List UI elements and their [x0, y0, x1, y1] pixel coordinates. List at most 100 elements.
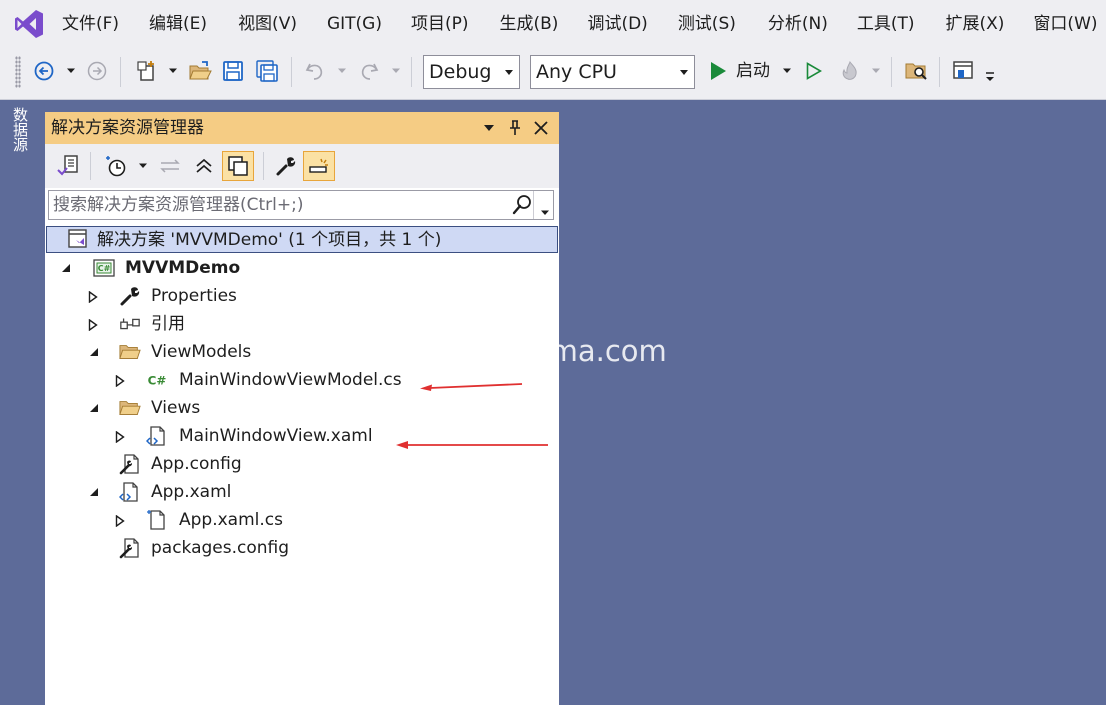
menu-debug[interactable]: 调试(D) — [587, 11, 647, 37]
tree-item-app-xaml[interactable]: App.xaml — [45, 478, 559, 506]
collapsed-arrow-icon[interactable] — [115, 431, 125, 443]
collapsed-arrow-icon[interactable] — [88, 291, 98, 303]
switch-views-button[interactable] — [55, 151, 81, 181]
menu-project[interactable]: 项目(P) — [411, 11, 469, 37]
tree-item-project[interactable]: C# MVVMDemo — [45, 254, 559, 282]
tree-item-packages-config[interactable]: packages.config — [45, 534, 559, 562]
menu-analyze[interactable]: 分析(N) — [768, 11, 828, 37]
solution-platform-select[interactable]: Any CPU — [530, 55, 695, 89]
menu-window[interactable]: 窗口(W) — [1033, 11, 1097, 37]
new-project-button[interactable] — [135, 58, 161, 84]
wrench-icon — [276, 157, 296, 176]
properties-button[interactable] — [273, 151, 299, 181]
navigate-forward-button[interactable] — [86, 58, 108, 84]
navigate-back-dropdown[interactable] — [64, 58, 78, 84]
app-xaml-cs-label: App.xaml.cs — [179, 510, 283, 530]
start-debugging-button[interactable] — [708, 58, 728, 84]
redo-dropdown[interactable] — [390, 58, 402, 84]
menu-view[interactable]: 视图(V) — [238, 11, 297, 37]
search-divider — [533, 191, 534, 219]
switch-views-icon — [57, 155, 78, 176]
search-solution-explorer-box — [48, 190, 554, 220]
menu-tools[interactable]: 工具(T) — [857, 11, 915, 37]
hot-reload-dropdown[interactable] — [870, 58, 882, 84]
tree-item-solution[interactable]: 解决方案 'MVVMDemo' (1 个项目，共 1 个) — [46, 226, 558, 253]
chevron-down-icon — [783, 68, 791, 73]
close-panel-button[interactable] — [531, 117, 551, 139]
chevron-down-icon — [67, 68, 75, 73]
visual-studio-logo-icon[interactable] — [13, 8, 45, 40]
references-icon — [119, 314, 141, 334]
config-file-icon — [119, 454, 141, 475]
overflow-chevron-icon — [986, 72, 994, 81]
solution-configuration-select[interactable]: Debug — [423, 55, 520, 89]
project-label: MVVMDemo — [125, 258, 241, 278]
search-icon[interactable] — [511, 194, 533, 216]
search-options-dropdown[interactable] — [540, 202, 550, 220]
forward-arrow-icon — [87, 61, 107, 81]
open-folder-icon — [119, 342, 141, 362]
undo-button[interactable] — [303, 58, 327, 84]
menu-test[interactable]: 测试(S) — [678, 11, 736, 37]
menu-git[interactable]: GIT(G) — [327, 11, 382, 37]
start-without-debugging-button[interactable] — [804, 58, 824, 84]
menu-edit[interactable]: 编辑(E) — [149, 11, 207, 37]
save-button[interactable] — [221, 58, 245, 84]
csharp-file-icon: C# — [146, 370, 168, 390]
toolbar-separator — [891, 57, 892, 87]
expanded-arrow-icon[interactable] — [89, 347, 99, 357]
show-all-files-button[interactable] — [222, 151, 254, 181]
collapsed-arrow-icon[interactable] — [115, 375, 125, 387]
data-sources-side-tab[interactable]: 数据源 — [7, 107, 33, 165]
navigate-back-button[interactable] — [33, 58, 55, 84]
find-in-files-button[interactable] — [903, 58, 929, 84]
undo-dropdown[interactable] — [336, 58, 348, 84]
start-dropdown[interactable] — [781, 58, 793, 84]
hot-reload-button[interactable] — [838, 58, 862, 84]
tree-item-app-config[interactable]: App.config — [45, 450, 559, 478]
config-file-icon — [119, 538, 141, 559]
tree-item-app-xaml-cs[interactable]: App.xaml.cs — [45, 506, 559, 534]
expanded-arrow-icon[interactable] — [89, 403, 99, 413]
new-project-icon — [137, 61, 154, 81]
pending-changes-filter-button[interactable] — [103, 151, 129, 181]
start-label[interactable]: 启动 — [736, 59, 770, 83]
chevron-down-icon — [872, 68, 880, 73]
toolbar-separator — [120, 57, 121, 87]
window-position-button[interactable] — [479, 117, 499, 139]
solution-explorer-toolbar — [45, 144, 559, 188]
sync-arrows-icon — [160, 159, 180, 173]
menu-file[interactable]: 文件(F) — [62, 11, 119, 37]
expanded-arrow-icon[interactable] — [61, 263, 71, 273]
menu-build[interactable]: 生成(B) — [500, 11, 559, 37]
close-icon — [534, 121, 548, 135]
wrench-icon — [119, 286, 141, 306]
preview-selected-items-button[interactable] — [303, 151, 335, 181]
collapse-all-button[interactable] — [193, 151, 215, 181]
menu-extensions[interactable]: 扩展(X) — [946, 11, 1005, 37]
expanded-arrow-icon[interactable] — [89, 487, 99, 497]
undo-icon — [305, 63, 323, 80]
tree-item-views-folder[interactable]: Views — [45, 394, 559, 422]
solution-explorer-title-bar[interactable]: 解决方案资源管理器 — [45, 112, 559, 144]
collapsed-arrow-icon[interactable] — [115, 515, 125, 527]
new-project-dropdown[interactable] — [167, 58, 179, 84]
tree-item-properties[interactable]: Properties — [45, 282, 559, 310]
sync-with-active-document-button[interactable] — [158, 151, 182, 181]
toolbar-overflow-button[interactable] — [984, 64, 996, 90]
save-all-button[interactable] — [254, 58, 280, 84]
open-file-button[interactable] — [188, 58, 212, 84]
search-input[interactable] — [53, 193, 505, 217]
app-xaml-label: App.xaml — [151, 482, 232, 502]
collapsed-arrow-icon[interactable] — [88, 319, 98, 331]
redo-icon — [361, 63, 379, 80]
folder-search-icon — [905, 63, 927, 80]
auto-hide-pin-button[interactable] — [505, 117, 525, 139]
redo-button[interactable] — [357, 58, 381, 84]
toolbar-grip-handle[interactable] — [15, 56, 21, 88]
live-share-button[interactable] — [951, 58, 975, 84]
views-folder-label: Views — [151, 398, 201, 418]
pending-changes-filter-dropdown[interactable] — [137, 151, 149, 181]
solution-label: 解决方案 'MVVMDemo' (1 个项目，共 1 个) — [97, 230, 442, 250]
solution-icon — [67, 229, 89, 249]
